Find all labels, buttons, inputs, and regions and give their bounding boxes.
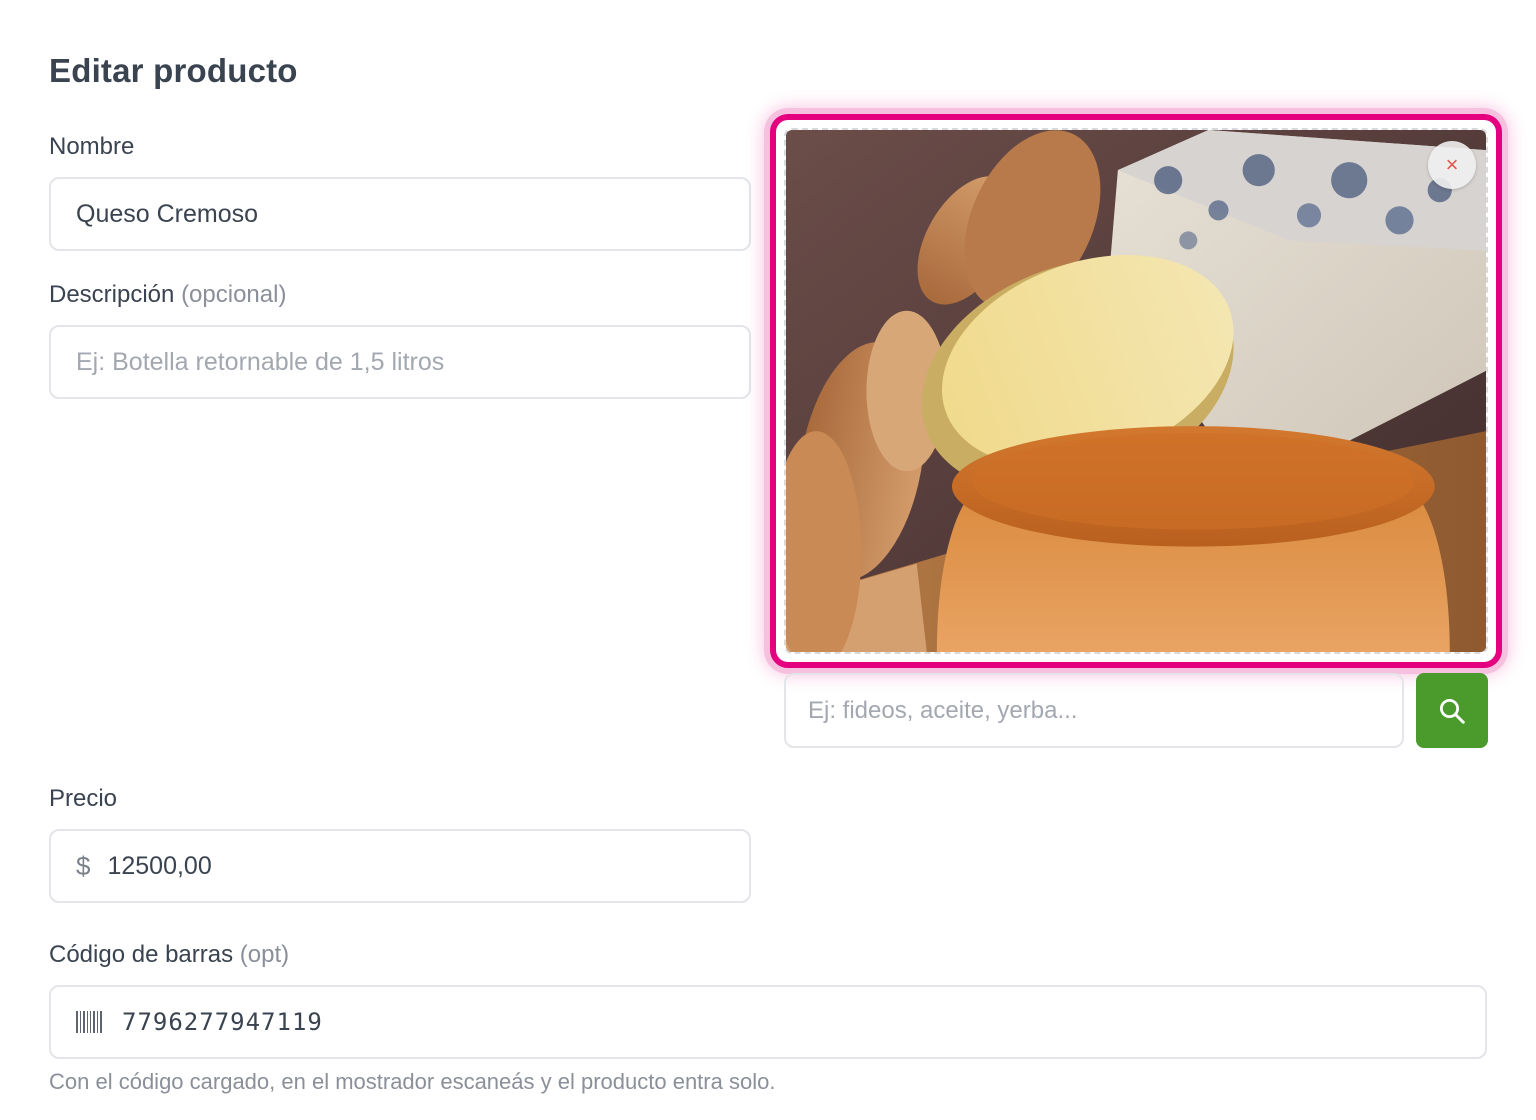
- description-input[interactable]: Ej: Botella retornable de 1,5 litros: [49, 325, 751, 399]
- name-label: Nombre: [49, 133, 134, 161]
- cheese-photo: [786, 130, 1486, 652]
- product-image: [784, 128, 1488, 654]
- close-icon: ×: [1445, 152, 1459, 177]
- price-label: Precio: [49, 785, 117, 813]
- barcode-optional-tag: (opt): [239, 941, 290, 968]
- product-image-dropzone[interactable]: [770, 114, 1502, 668]
- price-value: 12500,00: [107, 851, 212, 880]
- description-label-text: Descripción: [49, 281, 175, 308]
- description-placeholder: Ej: Botella retornable de 1,5 litros: [76, 347, 445, 376]
- image-search-button[interactable]: [1416, 673, 1488, 748]
- edit-product-dialog: Editar producto Nombre Queso Cremoso Des…: [0, 0, 1536, 1120]
- barcode-label-text: Código de barras: [49, 941, 234, 968]
- price-input[interactable]: $ 12500,00: [49, 829, 751, 903]
- barcode-icon: [76, 1011, 102, 1033]
- description-label: Descripción (opcional): [49, 281, 286, 309]
- search-icon: [1440, 698, 1465, 724]
- barcode-value: 7796277947119: [122, 1008, 323, 1036]
- remove-image-button[interactable]: ×: [1428, 141, 1476, 189]
- name-input[interactable]: Queso Cremoso: [49, 177, 751, 251]
- image-search-input[interactable]: Ej: fideos, aceite, yerba...: [784, 673, 1404, 748]
- description-optional-tag: (opcional): [181, 281, 287, 308]
- barcode-label: Código de barras (opt): [49, 941, 289, 969]
- name-value: Queso Cremoso: [76, 199, 259, 228]
- price-label-text: Precio: [49, 785, 118, 812]
- barcode-hint: Con el código cargado, en el mostrador e…: [49, 1069, 776, 1094]
- name-label-text: Nombre: [49, 133, 135, 160]
- image-search-placeholder: Ej: fideos, aceite, yerba...: [808, 696, 1078, 724]
- barcode-input[interactable]: 7796277947119: [49, 985, 1487, 1059]
- dialog-title: Editar producto: [49, 52, 298, 89]
- currency-symbol: $: [76, 850, 91, 881]
